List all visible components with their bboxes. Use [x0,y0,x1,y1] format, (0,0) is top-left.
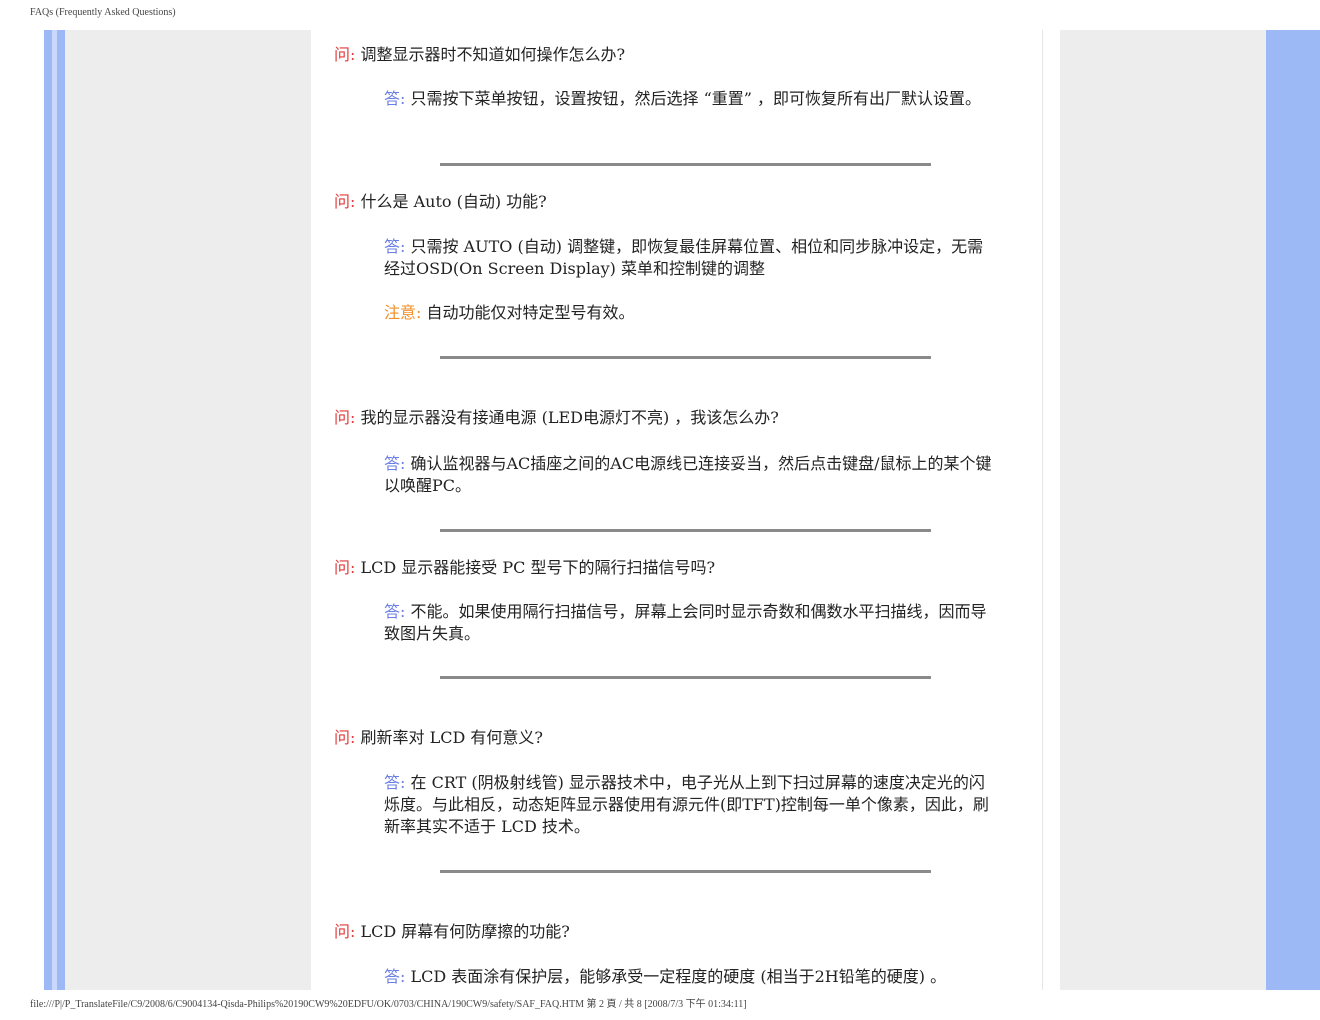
question-label: 问: [334,192,356,211]
faq-question-5: 问: 刷新率对 LCD 有何意义? [334,727,543,749]
faq-content: 问: 调整显示器时不知道如何操作怎么办? 答: 只需按下菜单按钮，设置按钮，然后… [311,30,1042,990]
question-text: LCD 显示器能接受 PC 型号下的隔行扫描信号吗? [360,558,716,577]
faq-note-2: 注意: 自动功能仅对特定型号有效。 [384,302,994,324]
right-gray-panel [1060,30,1266,990]
faq-question-4: 问: LCD 显示器能接受 PC 型号下的隔行扫描信号吗? [334,557,715,579]
divider [440,356,931,359]
page-footer: file:///P|/P_TranslateFile/C9/2008/6/C90… [30,999,747,1010]
faq-answer-2: 答: 只需按 AUTO (自动) 调整键，即恢复最佳屏幕位置、相位和同步脉冲设定… [384,236,994,280]
note-label: 注意: [384,303,422,322]
faq-answer-4: 答: 不能。如果使用隔行扫描信号，屏幕上会同时显示奇数和偶数水平扫描线，因而导致… [384,601,994,645]
answer-text: LCD 表面涂有保护层，能够承受一定程度的硬度 (相当于2H铅笔的硬度) 。 [410,967,947,986]
divider [440,870,931,873]
note-text: 自动功能仅对特定型号有效。 [426,303,635,322]
answer-text: 只需按 AUTO (自动) 调整键，即恢复最佳屏幕位置、相位和同步脉冲设定，无需… [384,237,984,278]
divider [440,676,931,679]
answer-text: 不能。如果使用隔行扫描信号，屏幕上会同时显示奇数和偶数水平扫描线，因而导致图片失… [384,602,987,643]
question-text: LCD 屏幕有何防摩擦的功能? [360,922,570,941]
faq-answer-6: 答: LCD 表面涂有保护层，能够承受一定程度的硬度 (相当于2H铅笔的硬度) … [384,966,994,988]
question-label: 问: [334,922,356,941]
left-gray-panel [65,30,311,990]
right-blue-stripe [1266,30,1320,990]
answer-text: 只需按下菜单按钮，设置按钮，然后选择 “重置” ，即可恢复所有出厂默认设置。 [410,89,982,108]
left-blue-stripe-inner [57,30,65,990]
divider [440,529,931,532]
faq-answer-5: 答: 在 CRT (阴极射线管) 显示器技术中，电子光从上到下扫过屏幕的速度决定… [384,772,994,838]
answer-text: 在 CRT (阴极射线管) 显示器技术中，电子光从上到下扫过屏幕的速度决定光的闪… [384,773,989,836]
left-blue-stripe [44,30,52,990]
page-header-title: FAQs (Frequently Asked Questions) [30,7,176,18]
question-label: 问: [334,408,356,427]
question-label: 问: [334,728,356,747]
divider [440,163,931,166]
answer-label: 答: [384,89,406,108]
faq-question-2: 问: 什么是 Auto (自动) 功能? [334,191,547,213]
answer-label: 答: [384,454,406,473]
faq-answer-3: 答: 确认监视器与AC插座之间的AC电源线已连接妥当，然后点击键盘/鼠标上的某个… [384,453,994,497]
question-text: 我的显示器没有接通电源 (LED电源灯不亮) ，我该怎么办? [360,408,779,427]
answer-label: 答: [384,773,406,792]
answer-label: 答: [384,967,406,986]
answer-text: 确认监视器与AC插座之间的AC电源线已连接妥当，然后点击键盘/鼠标上的某个键以唤… [384,454,992,495]
faq-question-1: 问: 调整显示器时不知道如何操作怎么办? [334,44,625,66]
question-text: 调整显示器时不知道如何操作怎么办? [360,45,626,64]
question-text: 刷新率对 LCD 有何意义? [360,728,543,747]
answer-label: 答: [384,237,406,256]
question-label: 问: [334,45,356,64]
faq-answer-1: 答: 只需按下菜单按钮，设置按钮，然后选择 “重置” ，即可恢复所有出厂默认设置… [384,88,994,110]
question-label: 问: [334,558,356,577]
right-gap [1042,30,1060,990]
answer-label: 答: [384,602,406,621]
question-text: 什么是 Auto (自动) 功能? [360,192,547,211]
faq-question-6: 问: LCD 屏幕有何防摩擦的功能? [334,921,570,943]
faq-question-3: 问: 我的显示器没有接通电源 (LED电源灯不亮) ，我该怎么办? [334,407,779,429]
